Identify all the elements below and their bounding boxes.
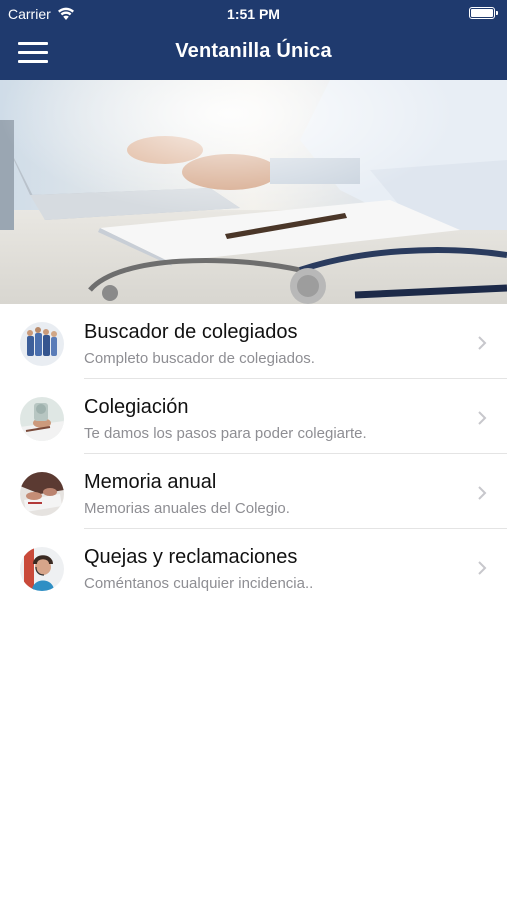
chevron-right-icon	[478, 561, 487, 575]
status-bar: Carrier 1:51 PM	[0, 0, 507, 28]
chevron-right-icon	[478, 486, 487, 500]
menu-list: Buscador de colegiados Completo buscador…	[0, 304, 507, 604]
menu-item-buscador[interactable]: Buscador de colegiados Completo buscador…	[0, 304, 507, 379]
top-bar: Carrier 1:51 PM Ventanilla Única	[0, 0, 507, 80]
status-time: 1:51 PM	[227, 6, 280, 22]
hero-image	[0, 80, 507, 304]
menu-item-memoria[interactable]: Memoria anual Memorias anuales del Coleg…	[0, 454, 507, 529]
menu-item-quejas[interactable]: Quejas y reclamaciones Coméntanos cualqu…	[0, 529, 507, 604]
chevron-right-icon	[478, 336, 487, 350]
chevron-right-icon	[478, 411, 487, 425]
hands-paperwork-thumbnail	[20, 472, 64, 516]
menu-item-title: Colegiación	[84, 396, 189, 418]
menu-item-subtitle: Memorias anuales del Colegio.	[84, 500, 290, 517]
menu-item-subtitle: Completo buscador de colegiados.	[84, 350, 315, 367]
navigation-bar: Ventanilla Única	[0, 28, 507, 80]
menu-item-subtitle: Te damos los pasos para poder colegiarte…	[84, 425, 367, 442]
nurse-headset-thumbnail	[20, 547, 64, 591]
battery-icon	[469, 7, 498, 19]
menu-item-subtitle: Coméntanos cualquier incidencia..	[84, 575, 314, 592]
doctor-writing-thumbnail	[20, 397, 64, 441]
page-title: Ventanilla Única	[175, 40, 332, 62]
menu-item-title: Quejas y reclamaciones	[84, 546, 298, 568]
menu-item-title: Memoria anual	[84, 471, 217, 493]
menu-item-title: Buscador de colegiados	[84, 321, 298, 343]
medical-team-thumbnail	[20, 322, 64, 366]
menu-item-colegiacion[interactable]: Colegiación Te damos los pasos para pode…	[0, 379, 507, 454]
